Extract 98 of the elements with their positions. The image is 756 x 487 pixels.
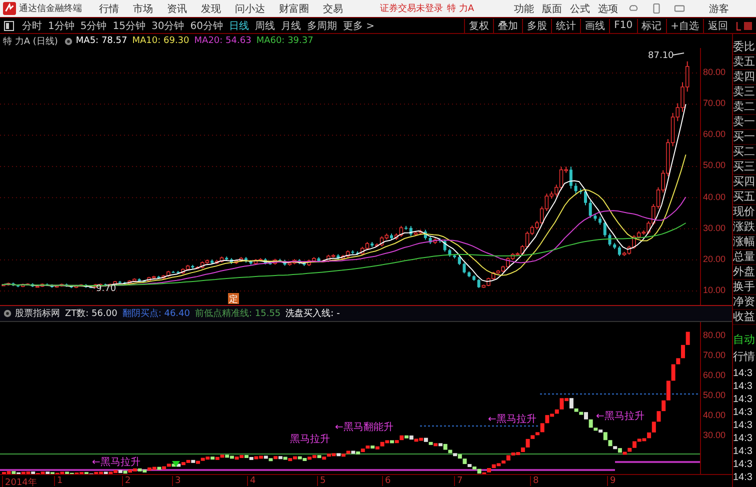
date-label: 5 — [317, 476, 326, 486]
stock-name: 特 力A — [447, 2, 474, 15]
user-label[interactable]: 游客 — [709, 2, 730, 16]
indicator-name: 股票指标网 — [15, 308, 60, 320]
candlestick-chart: 87.10 9.70 定 — [0, 48, 701, 305]
quote-field-label: 委比 — [733, 40, 756, 55]
menu-item[interactable]: 功能 — [514, 2, 534, 16]
period-tab[interactable]: 15分钟 — [112, 18, 146, 32]
trade-time: 14:3 — [733, 367, 754, 380]
signal-label: ←黑马拉升 — [488, 414, 536, 425]
quote-field-label: 现价 — [733, 205, 756, 220]
trade-time: 14:3 — [733, 380, 754, 393]
quote-field-label: 买一 — [733, 130, 756, 145]
price-tick: 20.00 — [703, 254, 726, 264]
period-tab[interactable]: 月线 — [280, 18, 301, 32]
date-label: 3 — [172, 476, 181, 486]
price-tick: 10.00 — [703, 285, 726, 295]
menu-item[interactable]: 交易 — [323, 2, 343, 16]
date-label: 9 — [607, 476, 616, 486]
menu-item[interactable]: 公式 — [570, 2, 590, 16]
period-tab[interactable]: 多周期 — [306, 18, 337, 32]
quote-field-label: 卖一 — [733, 115, 756, 130]
indicator-tick: 50.00 — [703, 390, 726, 400]
signal-label: 黑马拉升 — [290, 434, 330, 445]
ma-value: MA20: 54.63 — [194, 36, 252, 46]
date-label: 8 — [530, 476, 539, 486]
indicator-tick: 30.00 — [703, 430, 726, 440]
indicator-value: 洗盘买入线: - — [286, 308, 340, 320]
quote-field-label: 卖五 — [733, 55, 756, 70]
menu-item[interactable]: 市场 — [133, 2, 153, 16]
menu-item[interactable]: 问小达 — [235, 2, 265, 16]
indicator-tick: 70.00 — [703, 350, 726, 360]
period-tab[interactable]: 周线 — [254, 18, 275, 32]
quote-field-label: 涨跌 — [733, 220, 756, 235]
ma-value: MA5: 78.57 — [76, 36, 128, 46]
period-tab[interactable]: 分时 — [22, 18, 42, 32]
date-label: 1 — [54, 476, 63, 486]
trade-time: 14:3 — [733, 432, 754, 445]
date-label: 4 — [247, 476, 256, 486]
quote-field-label: 卖二 — [733, 100, 756, 115]
trade-time: 14:3 — [733, 458, 754, 471]
indicator-tick: 80.00 — [703, 330, 726, 340]
quote-field-label: 买五 — [733, 190, 756, 205]
price-tick: 60.00 — [703, 129, 726, 140]
period-tab[interactable]: 更多 > — [342, 18, 375, 32]
quote-field-label: 买二 — [733, 145, 756, 160]
menu-item[interactable]: 资讯 — [167, 2, 187, 16]
menu-item[interactable]: 行情 — [99, 2, 119, 16]
indicator-value: ZT数: 56.00 — [65, 308, 118, 320]
indicator-value: 前低点精准线: 15.55 — [195, 308, 281, 320]
menu-item[interactable]: 财富圈 — [279, 2, 309, 16]
quote-field-label: 涨幅 — [733, 235, 756, 250]
period-tab[interactable]: 30分钟 — [151, 18, 184, 32]
ma-value: MA60: 39.37 — [256, 36, 314, 46]
period-tab[interactable]: 1分钟 — [48, 18, 74, 32]
menu-item[interactable]: 选项 — [598, 2, 618, 16]
quote-field-label: 外盘 — [733, 265, 756, 280]
trade-time: 14:3 — [733, 406, 754, 419]
quote-tab[interactable]: 行情 — [733, 350, 756, 367]
signal-label: ←黑马翻能升 — [335, 422, 394, 433]
menu-item[interactable]: 版面 — [542, 2, 562, 16]
auto-tab[interactable]: 自动 — [733, 333, 756, 350]
indicator-tick: 60.00 — [703, 370, 726, 380]
period-tab[interactable]: 5分钟 — [80, 18, 107, 32]
low-price-label: 9.70 — [86, 284, 116, 294]
date-label: 6 — [382, 476, 391, 486]
quote-field-label: 净资 — [733, 295, 756, 310]
price-tick: 70.00 — [703, 98, 726, 108]
date-label: 2014年 — [2, 476, 37, 487]
period-tab[interactable]: 60分钟 — [190, 18, 223, 32]
quote-field-label: 收益 — [733, 310, 756, 325]
quote-field-label: 总量 — [733, 250, 756, 265]
indicator-tick: 40.00 — [703, 410, 726, 420]
ma-value: MA10: 69.30 — [132, 36, 190, 46]
signal-label: ←黑马拉升 — [92, 457, 140, 468]
date-label: 7 — [454, 476, 463, 486]
quote-field-label: 买四 — [733, 175, 756, 190]
price-tick: 50.00 — [703, 160, 726, 170]
login-status: 证券交易未登录 — [380, 2, 443, 15]
quote-field-label: 换手 — [733, 280, 756, 295]
quote-field-label: 买三 — [733, 160, 756, 175]
trade-time: 14:3 — [733, 445, 754, 458]
trade-time: 14:3 — [733, 393, 754, 406]
date-label: 2 — [122, 476, 131, 486]
menu-item[interactable]: 发现 — [201, 2, 221, 16]
trade-time: 14:3 — [733, 419, 754, 432]
app-title: 通达信金融终端 — [19, 2, 82, 15]
period-tab[interactable]: 日线 — [228, 18, 249, 32]
price-tick: 40.00 — [703, 192, 726, 202]
quote-field-label: 卖三 — [733, 85, 756, 100]
indicator-value: 翻阴买点: 46.40 — [122, 308, 190, 320]
high-price-label: 87.10 — [648, 51, 684, 61]
price-tick: 80.00 — [703, 67, 726, 78]
trade-time: 14:3 — [733, 471, 754, 484]
quote-field-label: 卖四 — [733, 70, 756, 85]
stock-title: 特 力A (日线) — [3, 36, 58, 48]
price-tick: 30.00 — [703, 222, 726, 233]
signal-label: ←黑马拉升 — [596, 411, 644, 422]
